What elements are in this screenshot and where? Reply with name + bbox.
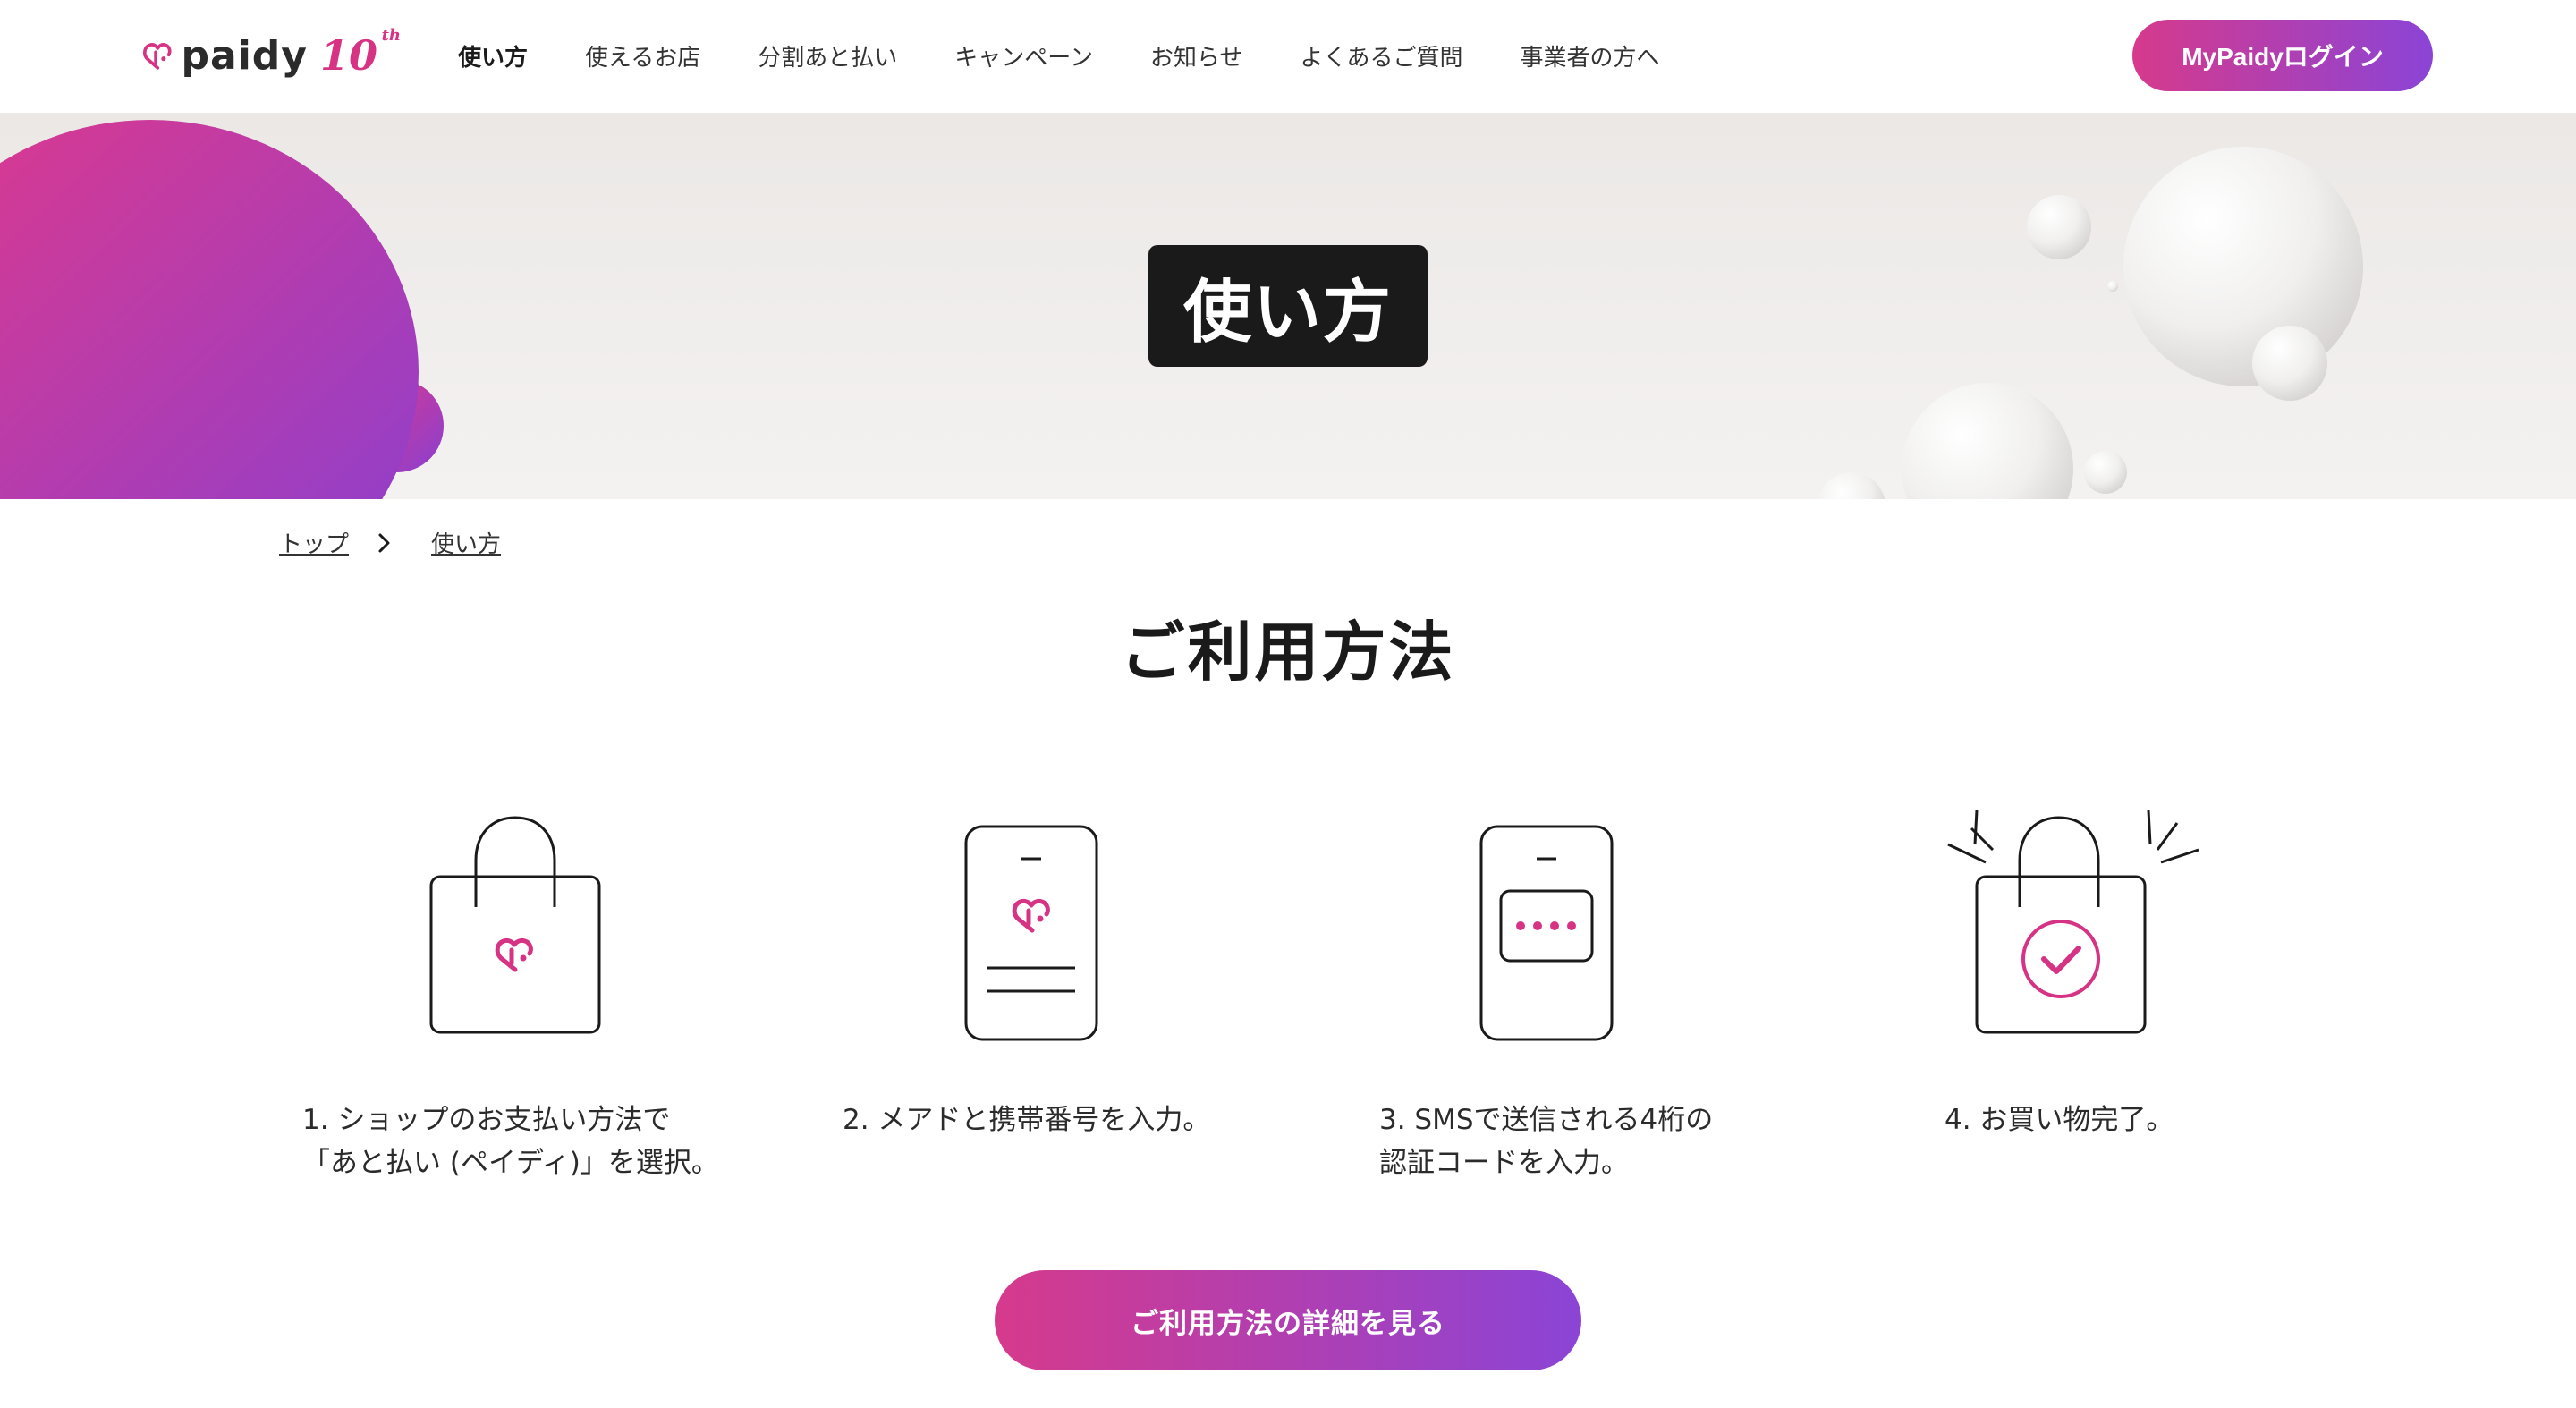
shopping-bag-paidy-icon bbox=[429, 816, 601, 1034]
usage-details-button[interactable]: ご利用方法の詳細を見る bbox=[995, 1270, 1581, 1370]
step-2-text: 2. メアドと携帯番号を入力。 bbox=[843, 1098, 1210, 1141]
step-4-line-1: 4. お買い物完了。 bbox=[1945, 1104, 2174, 1136]
white-bubble-bottom bbox=[1902, 383, 2073, 499]
step-3-line-2: 認証コードを入力。 bbox=[1379, 1147, 1629, 1179]
breadcrumb-current[interactable]: 使い方 bbox=[431, 526, 501, 559]
chevron-right-icon bbox=[378, 533, 390, 552]
phone-form-icon bbox=[964, 825, 1098, 1041]
section-title: ご利用方法 bbox=[1120, 615, 1456, 690]
mypaidy-login-button[interactable]: MyPaidyログイン bbox=[2132, 20, 2433, 91]
site-header: paidy 10th 使い方 使えるお店 分割あと払い キャンペーン お知らせ … bbox=[0, 0, 2576, 113]
phone-code-icon bbox=[1479, 825, 1614, 1041]
white-bubble-medium bbox=[2252, 326, 2327, 401]
step-4-text: 4. お買い物完了。 bbox=[1945, 1098, 2174, 1141]
nav-item-how-to-use[interactable]: 使い方 bbox=[458, 39, 528, 72]
logo-ten-number: 10 bbox=[319, 31, 377, 80]
white-bubble-bottom-small bbox=[2084, 451, 2127, 494]
nav-item-stores[interactable]: 使えるお店 bbox=[585, 39, 700, 72]
step-3-line-1: 3. SMSで送信される4桁の bbox=[1379, 1104, 1714, 1136]
white-bubble-small bbox=[2027, 195, 2091, 259]
step-3-text: 3. SMSで送信される4桁の 認証コードを入力。 bbox=[1379, 1098, 1713, 1184]
logo-wordmark: paidy bbox=[181, 32, 308, 79]
white-bubble-edge bbox=[1818, 472, 1885, 499]
step-2-line-1: 2. メアドと携帯番号を入力。 bbox=[843, 1104, 1211, 1136]
nav-item-faq[interactable]: よくあるご質問 bbox=[1300, 39, 1462, 72]
large-gradient-bubble bbox=[0, 120, 419, 499]
step-1-line-2: 「あと払い (ペイディ)」を選択。 bbox=[302, 1147, 719, 1179]
breadcrumb-top[interactable]: トップ bbox=[279, 526, 349, 559]
page-title: 使い方 bbox=[1148, 245, 1428, 367]
nav-item-installments[interactable]: 分割あと払い bbox=[758, 39, 897, 72]
breadcrumb: トップ 使い方 bbox=[279, 526, 501, 559]
logo-th-suffix: th bbox=[381, 26, 401, 45]
white-bubble-dot bbox=[2107, 281, 2118, 292]
main-nav: 使い方 使えるお店 分割あと払い キャンペーン お知らせ よくあるご質問 事業者… bbox=[458, 36, 1716, 75]
step-1-text: 1. ショップのお支払い方法で 「あと払い (ペイディ)」を選択。 bbox=[302, 1098, 719, 1184]
paidy-heart-icon bbox=[143, 43, 172, 70]
white-bubble-large bbox=[2123, 147, 2363, 386]
nav-item-news[interactable]: お知らせ bbox=[1150, 39, 1242, 72]
nav-item-business[interactable]: 事業者の方へ bbox=[1520, 39, 1659, 72]
paidy-logo[interactable]: paidy 10th bbox=[141, 25, 401, 86]
shopping-bag-check-icon bbox=[1947, 810, 2199, 1034]
logo-anniversary: 10th bbox=[319, 26, 401, 80]
nav-item-campaigns[interactable]: キャンペーン bbox=[954, 39, 1093, 72]
hero-banner: 使い方 bbox=[0, 113, 2576, 499]
step-1-line-1: 1. ショップのお支払い方法で bbox=[302, 1104, 671, 1136]
